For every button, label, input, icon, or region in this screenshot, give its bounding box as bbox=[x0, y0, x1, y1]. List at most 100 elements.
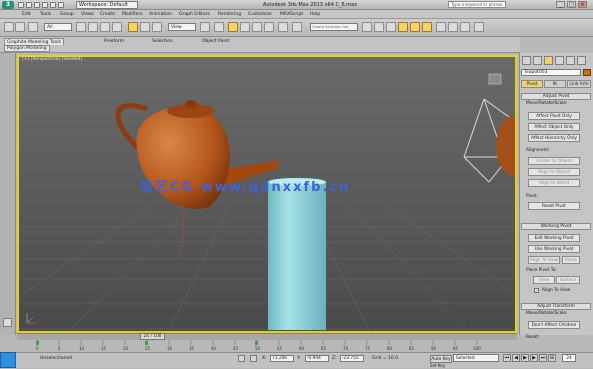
menu-help[interactable]: Help bbox=[310, 11, 320, 18]
tab-ik[interactable]: IK bbox=[544, 80, 566, 88]
view-button[interactable]: View bbox=[533, 276, 555, 284]
y-coordinate-field[interactable]: -0.944 bbox=[305, 355, 329, 362]
cylinder-object[interactable] bbox=[268, 178, 326, 330]
select-object-icon[interactable] bbox=[76, 22, 86, 32]
menu-customize[interactable]: Customize bbox=[248, 11, 272, 18]
use-working-pivot-button[interactable]: Use Working Pivot bbox=[528, 245, 580, 253]
select-scale-icon[interactable] bbox=[152, 22, 162, 32]
mirror-icon[interactable] bbox=[292, 22, 302, 32]
maxscript-listener-icon[interactable] bbox=[0, 352, 16, 368]
menu-group[interactable]: Group bbox=[60, 11, 74, 18]
align-to-world-button[interactable]: Align to World bbox=[528, 179, 580, 187]
project-folder-icon[interactable] bbox=[58, 2, 64, 8]
dont-affect-children-button[interactable]: Don't Affect Children bbox=[528, 321, 580, 329]
named-selection-set-dropdown[interactable]: Create Selection Set bbox=[310, 23, 358, 31]
viewcube-icon[interactable] bbox=[488, 73, 502, 85]
undo-icon[interactable] bbox=[42, 2, 48, 8]
edit-named-selection-icon[interactable] bbox=[278, 22, 288, 32]
menu-maxscript[interactable]: MAXScript bbox=[280, 11, 303, 18]
tab-link-info[interactable]: Link Info bbox=[567, 80, 591, 88]
center-to-object-button[interactable]: Center to Object bbox=[528, 157, 580, 165]
surface-button[interactable]: Surface bbox=[556, 276, 580, 284]
redo-icon[interactable] bbox=[50, 2, 56, 8]
polygon-modeling-panel[interactable]: Polygon Modeling bbox=[4, 45, 50, 52]
keyframe-marker[interactable] bbox=[145, 341, 148, 345]
reference-coordinate-dropdown[interactable]: View bbox=[168, 23, 196, 31]
menu-rendering[interactable]: Rendering bbox=[218, 11, 241, 18]
viewport-label[interactable]: [+] [Perspective] [Shaded] bbox=[22, 57, 82, 62]
edit-working-pivot-button[interactable]: Edit Working Pivot bbox=[528, 234, 580, 242]
undo-icon[interactable] bbox=[4, 22, 14, 32]
affect-object-only-button[interactable]: Affect Object Only bbox=[528, 123, 580, 131]
minimize-button[interactable]: _ bbox=[556, 1, 565, 8]
align-to-object-button[interactable]: Align to Object bbox=[528, 168, 580, 176]
motion-panel-icon[interactable] bbox=[555, 56, 564, 65]
select-by-name-icon[interactable] bbox=[88, 22, 98, 32]
snaps-toggle-icon[interactable] bbox=[228, 22, 238, 32]
viewport-layout-button[interactable] bbox=[3, 318, 12, 327]
goto-start-icon[interactable]: ⏮ bbox=[503, 354, 511, 362]
pivot-center-icon[interactable] bbox=[200, 22, 210, 32]
rollout-adjust-transform[interactable]: Adjust Transform bbox=[521, 303, 591, 310]
rect-selection-icon[interactable] bbox=[100, 22, 110, 32]
material-editor-icon[interactable] bbox=[422, 22, 432, 32]
align-to-view-button[interactable]: Align To View bbox=[528, 256, 560, 264]
affect-hierarchy-only-button[interactable]: Affect Hierarchy Only bbox=[528, 134, 580, 142]
select-manipulate-icon[interactable] bbox=[214, 22, 224, 32]
utilities-panel-icon[interactable] bbox=[577, 56, 586, 65]
render-setup-icon[interactable] bbox=[436, 22, 446, 32]
x-coordinate-field[interactable]: 71.206 bbox=[270, 355, 294, 362]
key-mode-icon[interactable]: ⊞ bbox=[548, 354, 556, 362]
current-frame-field[interactable]: 24 bbox=[562, 354, 576, 362]
menu-views[interactable]: Views bbox=[81, 11, 94, 18]
render-production-icon[interactable] bbox=[460, 22, 470, 32]
lock-selection-icon[interactable] bbox=[238, 355, 245, 362]
partial-teapot-object[interactable] bbox=[495, 117, 515, 177]
object-name-field[interactable]: Teapot003 bbox=[521, 69, 581, 76]
rendered-frame-window-icon[interactable] bbox=[448, 22, 458, 32]
object-color-swatch[interactable] bbox=[583, 69, 591, 76]
rollout-adjust-pivot[interactable]: Adjust Pivot bbox=[521, 93, 591, 100]
menu-edit[interactable]: Edit bbox=[22, 11, 31, 18]
rollout-working-pivot[interactable]: Working Pivot bbox=[521, 223, 591, 230]
prev-frame-icon[interactable]: ◀ bbox=[512, 354, 520, 362]
menu-animation[interactable]: Animation bbox=[149, 11, 172, 18]
open-file-icon[interactable] bbox=[26, 2, 32, 8]
hierarchy-panel-icon[interactable] bbox=[544, 56, 553, 65]
select-move-icon[interactable] bbox=[128, 22, 138, 32]
layer-manager-icon[interactable] bbox=[374, 22, 384, 32]
help-search-input[interactable]: Type a keyword or phrase bbox=[448, 1, 506, 8]
modify-panel-icon[interactable] bbox=[533, 56, 542, 65]
workspace-dropdown[interactable]: Workspace: Default bbox=[76, 1, 138, 9]
teapot-render-icon[interactable] bbox=[474, 22, 484, 32]
schematic-view-icon[interactable] bbox=[410, 22, 420, 32]
graphite-toggle-icon[interactable] bbox=[386, 22, 396, 32]
goto-end-icon[interactable]: ⏭ bbox=[539, 354, 547, 362]
maximize-button[interactable]: □ bbox=[567, 1, 576, 8]
tab-graphite-modeling-tools[interactable]: Graphite Modeling Tools bbox=[4, 38, 65, 45]
track-bar[interactable] bbox=[17, 340, 517, 352]
absolute-mode-icon[interactable] bbox=[250, 355, 257, 362]
z-coordinate-field[interactable]: -23.755 bbox=[340, 355, 364, 362]
link-icon[interactable] bbox=[28, 22, 38, 32]
menu-modifiers[interactable]: Modifiers bbox=[122, 11, 143, 18]
time-slider-thumb[interactable]: 24 / 100 bbox=[140, 333, 165, 340]
window-crossing-icon[interactable] bbox=[112, 22, 122, 32]
menu-graph-editors[interactable]: Graph Editors bbox=[179, 11, 210, 18]
selection-filter-dropdown[interactable]: All bbox=[44, 23, 72, 31]
create-panel-icon[interactable] bbox=[522, 56, 531, 65]
tab-selection[interactable]: Selection bbox=[150, 38, 175, 45]
time-slider-track[interactable] bbox=[17, 333, 517, 340]
reset-pivot-button[interactable]: Reset Pivot bbox=[528, 202, 580, 210]
tab-freeform[interactable]: Freeform bbox=[102, 38, 126, 45]
display-panel-icon[interactable] bbox=[566, 56, 575, 65]
affect-pivot-only-button[interactable]: Affect Pivot Only bbox=[528, 112, 580, 120]
save-file-icon[interactable] bbox=[34, 2, 40, 8]
redo-icon[interactable] bbox=[15, 22, 25, 32]
play-icon[interactable]: ▶ bbox=[521, 354, 529, 362]
tab-pivot[interactable]: Pivot bbox=[521, 80, 543, 88]
menu-tools[interactable]: Tools bbox=[40, 11, 51, 18]
close-button[interactable]: × bbox=[578, 1, 587, 8]
curve-editor-icon[interactable] bbox=[398, 22, 408, 32]
spinner-snap-icon[interactable] bbox=[264, 22, 274, 32]
